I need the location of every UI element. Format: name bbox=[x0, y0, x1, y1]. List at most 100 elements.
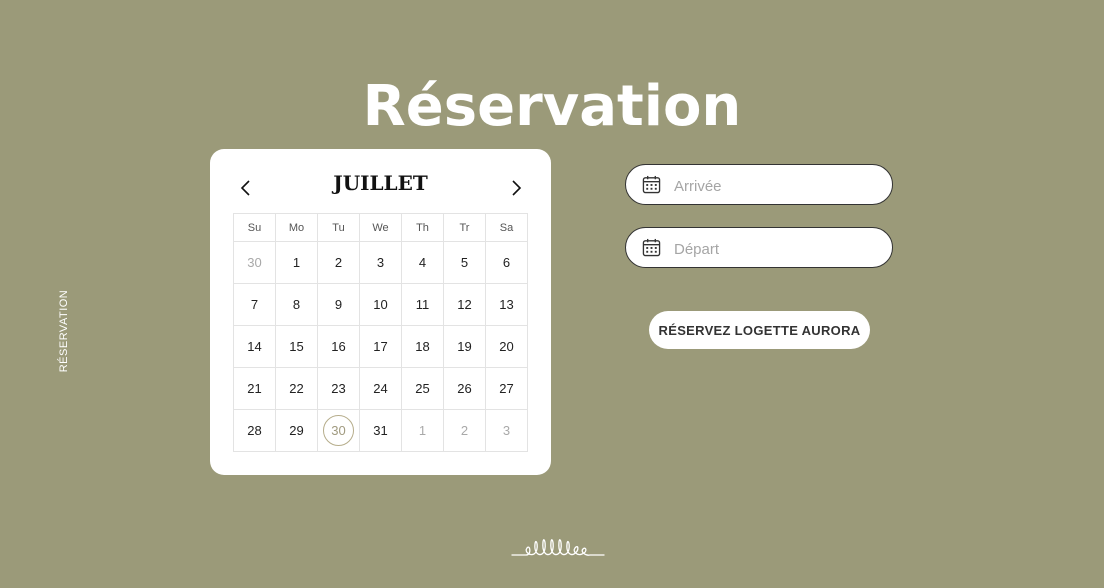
calendar-week-row: 21 22 23 24 25 26 27 bbox=[233, 367, 528, 410]
calendar-day-cell[interactable]: 7 bbox=[233, 283, 276, 326]
calendar-day-cell[interactable]: 18 bbox=[401, 325, 444, 368]
book-button[interactable]: RÉSERVEZ LOGETTE AURORA bbox=[649, 311, 870, 349]
calendar-day[interactable]: 10 bbox=[366, 290, 396, 320]
calendar-day-cell[interactable]: 26 bbox=[443, 367, 486, 410]
calendar-day-cell[interactable]: 30 bbox=[317, 409, 360, 452]
weekday-label: Sa bbox=[485, 213, 528, 242]
calendar-day[interactable]: 2 bbox=[450, 416, 480, 446]
calendar-day-cell[interactable]: 2 bbox=[443, 409, 486, 452]
calendar-day-cell[interactable]: 3 bbox=[485, 409, 528, 452]
calendar-day[interactable]: 9 bbox=[324, 290, 354, 320]
calendar-day[interactable]: 6 bbox=[492, 248, 522, 278]
calendar-day[interactable]: 23 bbox=[324, 374, 354, 404]
calendar-day[interactable]: 5 bbox=[450, 248, 480, 278]
calendar-day-cell[interactable]: 28 bbox=[233, 409, 276, 452]
calendar-month: JUILLET bbox=[333, 171, 428, 195]
weekday-label: Mo bbox=[275, 213, 318, 242]
calendar-day[interactable]: 8 bbox=[282, 290, 312, 320]
calendar-day[interactable]: 18 bbox=[408, 332, 438, 362]
calendar-day[interactable]: 20 bbox=[492, 332, 522, 362]
calendar-day[interactable]: 12 bbox=[450, 290, 480, 320]
calendar-day-cell[interactable]: 20 bbox=[485, 325, 528, 368]
calendar-day[interactable]: 17 bbox=[366, 332, 396, 362]
departure-date-field[interactable] bbox=[625, 227, 893, 268]
calendar-day-cell[interactable]: 27 bbox=[485, 367, 528, 410]
calendar-day-cell[interactable]: 19 bbox=[443, 325, 486, 368]
weekday-label: Tr bbox=[443, 213, 486, 242]
calendar-day[interactable]: 26 bbox=[450, 374, 480, 404]
calendar-day[interactable]: 11 bbox=[408, 290, 438, 320]
calendar-week-row: 14 15 16 17 18 19 20 bbox=[233, 325, 528, 368]
calendar-day[interactable]: 24 bbox=[366, 374, 396, 404]
calendar-day[interactable]: 27 bbox=[492, 374, 522, 404]
calendar-day-cell[interactable]: 13 bbox=[485, 283, 528, 326]
calendar-day-cell[interactable]: 14 bbox=[233, 325, 276, 368]
calendar-grid: Su Mo Tu We Th Tr Sa 30 1 2 3 4 5 6 7 8 9 10 11 12 13… bbox=[233, 213, 528, 452]
calendar-week-row: 28 29 30 31 1 2 3 bbox=[233, 409, 528, 452]
calendar-day-cell[interactable]: 10 bbox=[359, 283, 402, 326]
calendar-day[interactable]: 31 bbox=[366, 416, 396, 446]
calendar-day[interactable]: 15 bbox=[282, 332, 312, 362]
page-title: Réservation bbox=[362, 73, 742, 139]
calendar-day[interactable]: 14 bbox=[240, 332, 270, 362]
calendar-day-cell[interactable]: 30 bbox=[233, 241, 276, 284]
weekday-label: Tu bbox=[317, 213, 360, 242]
calendar-day[interactable]: 2 bbox=[324, 248, 354, 278]
calendar-day-cell[interactable]: 5 bbox=[443, 241, 486, 284]
calendar-day-cell[interactable]: 31 bbox=[359, 409, 402, 452]
side-section-label: RÉSERVATION bbox=[58, 289, 70, 373]
weekday-label: We bbox=[359, 213, 402, 242]
calendar-day[interactable]: 28 bbox=[240, 416, 270, 446]
calendar-day-selected[interactable]: 30 bbox=[323, 415, 354, 446]
calendar-day-cell[interactable]: 25 bbox=[401, 367, 444, 410]
calendar-day-cell[interactable]: 6 bbox=[485, 241, 528, 284]
calendar-day-cell[interactable]: 2 bbox=[317, 241, 360, 284]
calendar-day-cell[interactable]: 29 bbox=[275, 409, 318, 452]
calendar-day-cell[interactable]: 23 bbox=[317, 367, 360, 410]
weekday-label: Th bbox=[401, 213, 444, 242]
calendar-day-cell[interactable]: 1 bbox=[401, 409, 444, 452]
next-month-button[interactable] bbox=[504, 176, 528, 200]
calendar-day[interactable]: 29 bbox=[282, 416, 312, 446]
calendar-days: 30 1 2 3 4 5 6 7 8 9 10 11 12 13 14 15 16 17 18 19 20 21 22 23 2… bbox=[233, 241, 528, 452]
calendar-day[interactable]: 16 bbox=[324, 332, 354, 362]
calendar-day-cell[interactable]: 24 bbox=[359, 367, 402, 410]
weekday-label: Su bbox=[233, 213, 276, 242]
calendar-day-cell[interactable]: 8 bbox=[275, 283, 318, 326]
calendar-week-row: 7 8 9 10 11 12 13 bbox=[233, 283, 528, 326]
calendar-day[interactable]: 21 bbox=[240, 374, 270, 404]
calendar-day-cell[interactable]: 9 bbox=[317, 283, 360, 326]
calendar-day[interactable]: 22 bbox=[282, 374, 312, 404]
date-picker-calendar: JUILLET Su Mo Tu We Th Tr Sa 30 1 2 3 4 5 6 7 8 9… bbox=[210, 149, 551, 475]
calendar-day-cell[interactable]: 3 bbox=[359, 241, 402, 284]
calendar-day-cell[interactable]: 17 bbox=[359, 325, 402, 368]
weekday-row: Su Mo Tu We Th Tr Sa bbox=[233, 213, 528, 242]
calendar-day[interactable]: 3 bbox=[366, 248, 396, 278]
calendar-day-cell[interactable]: 11 bbox=[401, 283, 444, 326]
calendar-day[interactable]: 1 bbox=[408, 416, 438, 446]
calendar-day[interactable]: 3 bbox=[492, 416, 522, 446]
chevron-right-icon bbox=[512, 180, 522, 196]
arrival-date-field[interactable] bbox=[625, 164, 893, 205]
calendar-day[interactable]: 25 bbox=[408, 374, 438, 404]
calendar-day-cell[interactable]: 15 bbox=[275, 325, 318, 368]
calendar-day-cell[interactable]: 21 bbox=[233, 367, 276, 410]
calendar-week-row: 30 1 2 3 4 5 6 bbox=[233, 241, 528, 284]
calendar-day-cell[interactable]: 22 bbox=[275, 367, 318, 410]
calendar-day[interactable]: 19 bbox=[450, 332, 480, 362]
brand-logo bbox=[511, 539, 605, 556]
calendar-day-cell[interactable]: 12 bbox=[443, 283, 486, 326]
calendar-icon bbox=[642, 175, 661, 194]
calendar-day-cell[interactable]: 4 bbox=[401, 241, 444, 284]
calendar-day-cell[interactable]: 16 bbox=[317, 325, 360, 368]
calendar-day[interactable]: 4 bbox=[408, 248, 438, 278]
arrival-input[interactable] bbox=[672, 174, 876, 198]
calendar-day-cell[interactable]: 1 bbox=[275, 241, 318, 284]
departure-input[interactable] bbox=[672, 237, 876, 261]
calendar-day[interactable]: 1 bbox=[282, 248, 312, 278]
calendar-day[interactable]: 13 bbox=[492, 290, 522, 320]
calendar-icon bbox=[642, 238, 661, 257]
calendar-day[interactable]: 30 bbox=[240, 248, 270, 278]
calendar-header: JUILLET bbox=[210, 169, 551, 199]
calendar-day[interactable]: 7 bbox=[240, 290, 270, 320]
